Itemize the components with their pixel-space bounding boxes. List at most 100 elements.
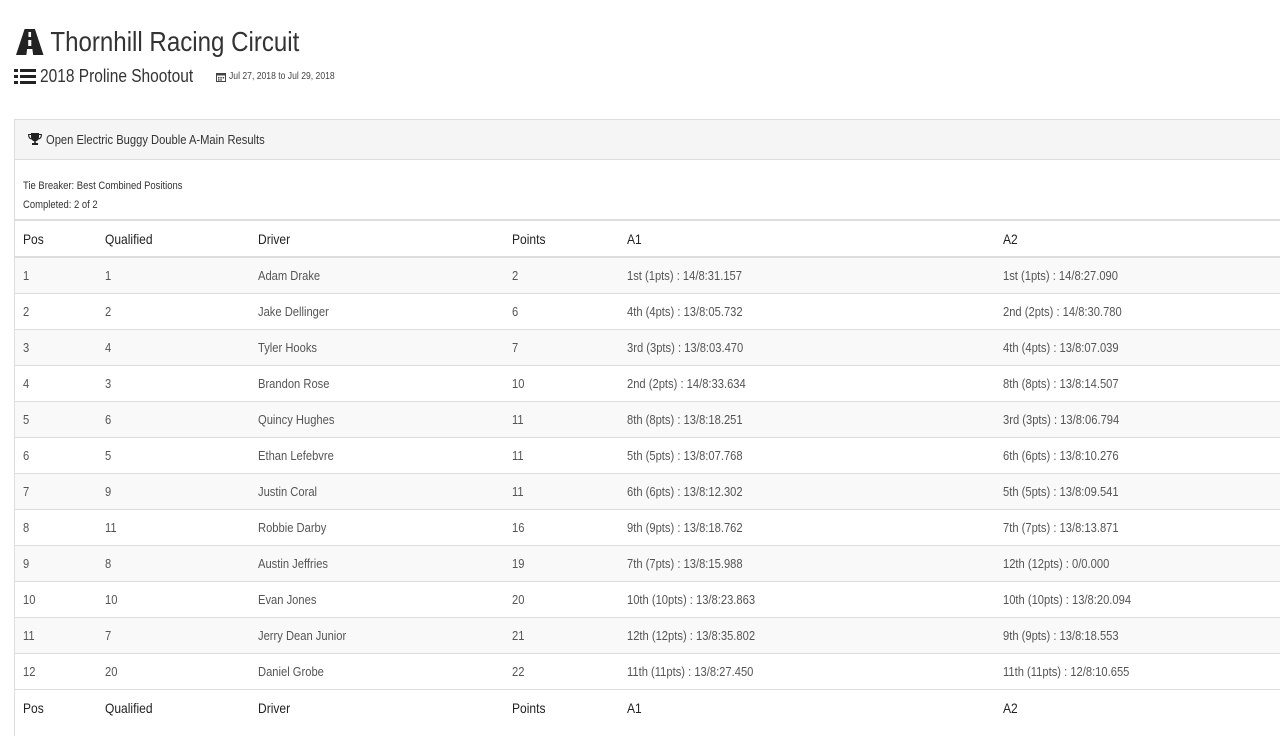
- cell-a2: 8th (8pts) : 13/8:14.507: [995, 365, 1280, 402]
- column-header-driver: Driver: [250, 221, 504, 258]
- cell-driver: Jerry Dean Junior: [250, 617, 504, 654]
- event-dates-text: Jul 27, 2018 to Jul 29, 2018: [229, 71, 335, 82]
- event-name[interactable]: 2018 Proline Shootout: [40, 66, 193, 87]
- cell-points: 22: [504, 653, 619, 690]
- cell-a1: 5th (5pts) : 13/8:07.768: [619, 437, 995, 474]
- track-name: Thornhill Racing Circuit: [50, 26, 300, 57]
- column-footer-pos: Pos: [15, 689, 97, 725]
- results-body: 1 1 Adam Drake 2 1st (1pts) : 14/8:31.157 1st…: [15, 256, 1280, 690]
- results-table: Pos Qualified Driver Points A1 A2 1 1 Adam…: [15, 221, 1280, 725]
- cell-points: 6: [504, 293, 619, 330]
- cell-qualified: 8: [97, 545, 250, 582]
- cell-pos: 8: [15, 509, 97, 546]
- table-row: 1 1 Adam Drake 2 1st (1pts) : 14/8:31.157 1st…: [15, 256, 1280, 294]
- list-icon: [14, 67, 36, 87]
- page: Thornhill Racing Circuit 2018 Proline Sh…: [0, 0, 1280, 736]
- table-row: 7 9 Justin Coral 11 6th (6pts) : 13/8:12.302…: [15, 473, 1280, 510]
- cell-driver: Brandon Rose: [250, 365, 504, 402]
- cell-a2: 10th (10pts) : 13/8:20.094: [995, 581, 1280, 618]
- cell-a1: 10th (10pts) : 13/8:23.863: [619, 581, 995, 618]
- cell-pos: 12: [15, 653, 97, 690]
- cell-points: 2: [504, 256, 619, 294]
- cell-driver: Quincy Hughes: [250, 401, 504, 438]
- cell-a1: 6th (6pts) : 13/8:12.302: [619, 473, 995, 510]
- cell-driver: Adam Drake: [250, 256, 504, 294]
- column-footer-driver: Driver: [250, 689, 504, 725]
- cell-driver: Justin Coral: [250, 473, 504, 510]
- road-icon: [16, 29, 44, 55]
- cell-pos: 7: [15, 473, 97, 510]
- table-row: 9 8 Austin Jeffries 19 7th (7pts) : 13/8:15.…: [15, 545, 1280, 582]
- cell-points: 21: [504, 617, 619, 654]
- column-header-pos: Pos: [15, 221, 97, 258]
- cell-a1: 7th (7pts) : 13/8:15.988: [619, 545, 995, 582]
- cell-a2: 9th (9pts) : 13/8:18.553: [995, 617, 1280, 654]
- cell-pos: 4: [15, 365, 97, 402]
- cell-driver: Tyler Hooks: [250, 329, 504, 366]
- completed-status: Completed: 2 of 2: [23, 199, 98, 211]
- column-footer-points: Points: [504, 689, 619, 725]
- cell-a1: 2nd (2pts) : 14/8:33.634: [619, 365, 995, 402]
- cell-a2: 3rd (3pts) : 13/8:06.794: [995, 401, 1280, 438]
- table-row: 4 3 Brandon Rose 10 2nd (2pts) : 14/8:33.634…: [15, 365, 1280, 402]
- panel-heading: Open Electric Buggy Double A-Main Result…: [15, 120, 1280, 160]
- column-header-qualified: Qualified: [97, 221, 250, 258]
- cell-a2: 1st (1pts) : 14/8:27.090: [995, 256, 1280, 294]
- table-row: 3 4 Tyler Hooks 7 3rd (3pts) : 13/8:03.470 4t…: [15, 329, 1280, 366]
- cell-qualified: 7: [97, 617, 250, 654]
- cell-qualified: 2: [97, 293, 250, 330]
- cell-driver: Robbie Darby: [250, 509, 504, 546]
- cell-pos: 1: [15, 256, 97, 294]
- cell-pos: 10: [15, 581, 97, 618]
- cell-pos: 9: [15, 545, 97, 582]
- table-footer-row: Pos Qualified Driver Points A1 A2: [15, 689, 1280, 725]
- cell-a2: 12th (12pts) : 0/0.000: [995, 545, 1280, 582]
- cell-a1: 9th (9pts) : 13/8:18.762: [619, 509, 995, 546]
- race-info: Tie Breaker: Best Combined Positions Com…: [15, 160, 1280, 221]
- cell-a1: 1st (1pts) : 14/8:31.157: [619, 256, 995, 294]
- table-row: 6 5 Ethan Lefebvre 11 5th (5pts) : 13/8:07.7…: [15, 437, 1280, 474]
- table-row: 10 10 Evan Jones 20 10th (10pts) : 13/8:23.8…: [15, 581, 1280, 618]
- cell-a2: 6th (6pts) : 13/8:10.276: [995, 437, 1280, 474]
- cell-points: 11: [504, 401, 619, 438]
- cell-a1: 3rd (3pts) : 13/8:03.470: [619, 329, 995, 366]
- table-row: 5 6 Quincy Hughes 11 8th (8pts) : 13/8:18.25…: [15, 401, 1280, 438]
- cell-driver: Ethan Lefebvre: [250, 437, 504, 474]
- trophy-icon: [28, 133, 42, 146]
- cell-qualified: 9: [97, 473, 250, 510]
- cell-pos: 5: [15, 401, 97, 438]
- table-row: 12 20 Daniel Grobe 22 11th (11pts) : 13/8:27…: [15, 653, 1280, 690]
- cell-a2: 2nd (2pts) : 14/8:30.780: [995, 293, 1280, 330]
- cell-qualified: 1: [97, 256, 250, 294]
- cell-qualified: 10: [97, 581, 250, 618]
- cell-qualified: 5: [97, 437, 250, 474]
- cell-pos: 6: [15, 437, 97, 474]
- cell-points: 19: [504, 545, 619, 582]
- results-panel: Open Electric Buggy Double A-Main Result…: [14, 119, 1280, 736]
- cell-points: 10: [504, 365, 619, 402]
- table-row: 8 11 Robbie Darby 16 9th (9pts) : 13/8:18.76…: [15, 509, 1280, 546]
- column-footer-a2: A2: [995, 689, 1280, 725]
- cell-qualified: 20: [97, 653, 250, 690]
- cell-driver: Jake Dellinger: [250, 293, 504, 330]
- cell-pos: 3: [15, 329, 97, 366]
- cell-points: 11: [504, 473, 619, 510]
- cell-a2: 5th (5pts) : 13/8:09.541: [995, 473, 1280, 510]
- column-footer-a1: A1: [619, 689, 995, 725]
- cell-qualified: 3: [97, 365, 250, 402]
- track-title[interactable]: Thornhill Racing Circuit: [16, 26, 299, 58]
- cell-points: 16: [504, 509, 619, 546]
- cell-pos: 2: [15, 293, 97, 330]
- cell-points: 11: [504, 437, 619, 474]
- cell-a2: 11th (11pts) : 12/8:10.655: [995, 653, 1280, 690]
- cell-driver: Evan Jones: [250, 581, 504, 618]
- cell-pos: 11: [15, 617, 97, 654]
- cell-a1: 4th (4pts) : 13/8:05.732: [619, 293, 995, 330]
- calendar-icon: [216, 72, 226, 82]
- panel-title: Open Electric Buggy Double A-Main Result…: [46, 132, 265, 147]
- column-header-a2: A2: [995, 221, 1280, 258]
- tie-breaker: Tie Breaker: Best Combined Positions: [23, 180, 183, 192]
- table-row: 2 2 Jake Dellinger 6 4th (4pts) : 13/8:05.73…: [15, 293, 1280, 330]
- cell-a2: 7th (7pts) : 13/8:13.871: [995, 509, 1280, 546]
- cell-driver: Austin Jeffries: [250, 545, 504, 582]
